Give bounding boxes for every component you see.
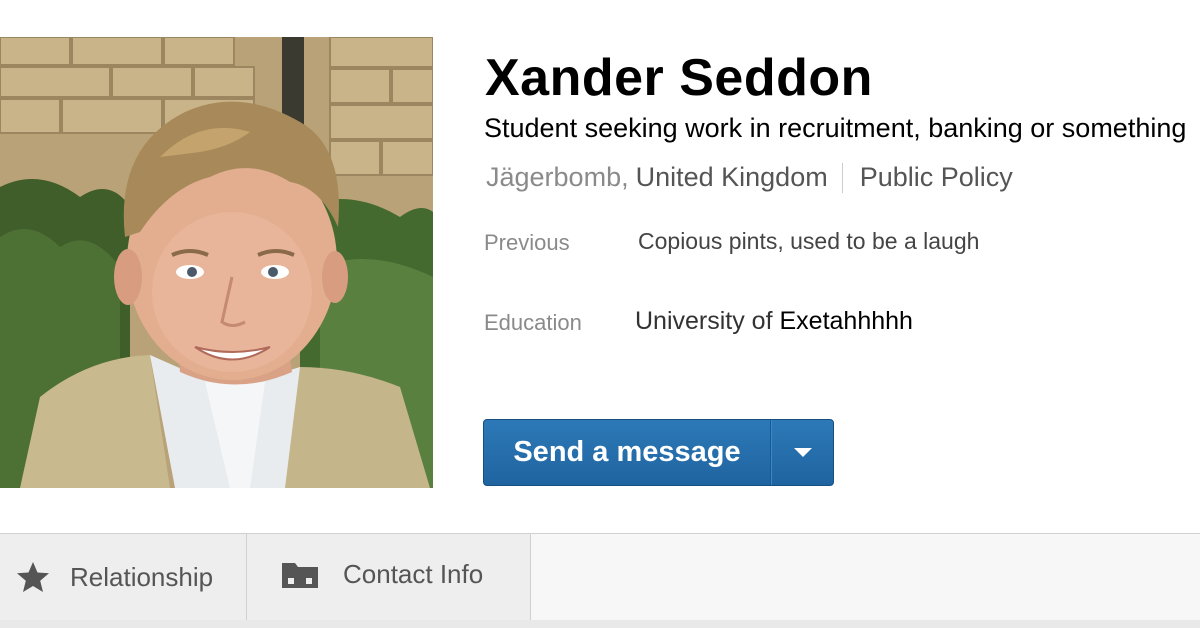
tab-contact-info[interactable]: Contact Info [247,534,531,620]
profile-tab-bar: Relationship Contact Info [0,533,1200,621]
location-country[interactable]: United Kingdom [636,162,828,193]
send-message-button-group: Send a message [483,419,834,486]
industry-link[interactable]: Public Policy [860,162,1013,193]
tab-relationship[interactable]: Relationship [0,534,247,620]
tab-relationship-label: Relationship [70,561,214,592]
education-value-part2: Exetahhhhh [779,307,913,335]
previous-label: Previous [484,230,570,255]
previous-value[interactable]: Copious pints, used to be a laugh [638,228,979,255]
profile-photo [0,37,433,488]
location-locality: Jägerbomb, [486,162,629,192]
send-message-dropdown-button[interactable] [771,420,833,485]
bottom-divider [0,620,1200,628]
profile-headline: Student seeking work in recruitment, ban… [484,113,1187,143]
caret-down-icon [793,447,813,459]
education-value[interactable]: University of Exetahhhhh [635,307,913,336]
location-divider [841,162,843,193]
education-label: Education [484,310,582,335]
star-icon [16,561,50,593]
folder-icon [281,559,319,589]
tab-contact-info-label: Contact Info [343,558,484,589]
profile-name: Xander Seddon [485,49,873,107]
location-row: Jägerbomb, United Kingdom Public Policy [486,162,1013,193]
send-message-button[interactable]: Send a message [484,420,771,485]
education-value-part1: University of [635,307,773,335]
